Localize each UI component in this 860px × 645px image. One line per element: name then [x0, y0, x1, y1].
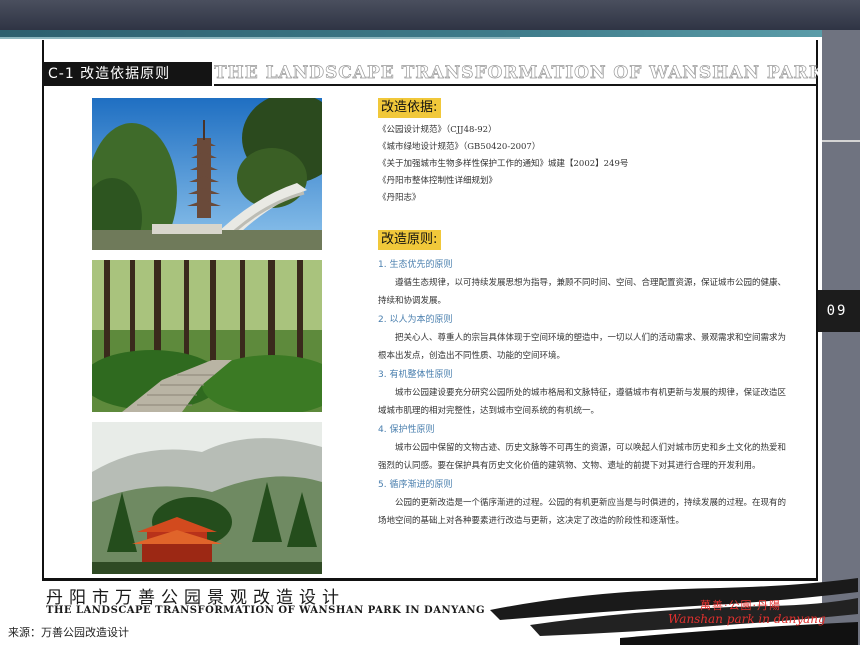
basis-item: 《丹阳市整体控制性详细规划》 — [378, 176, 498, 186]
top-accent-bar — [0, 30, 860, 37]
principle-body: 遵循生态规律，以可持续发展思想为指导，兼顾不同时间、空间、合理配置资源，保证城市… — [378, 278, 787, 306]
top-title-bar — [0, 0, 860, 30]
page-number-tab: 09 — [814, 290, 860, 332]
principle-title: 5. 循序渐进的原则 — [378, 480, 453, 490]
principle-title: 2. 以人为本的原则 — [378, 315, 453, 325]
basis-item: 《丹阳志》 — [378, 193, 421, 203]
footer-title-en: THE LANDSCAPE TRANSFORMATION OF WANSHAN … — [46, 605, 486, 616]
principle-body: 城市公园中保留的文物古迹、历史文脉等不可再生的资源，可以唤起人们对城市历史和乡土… — [378, 443, 787, 471]
principle-body: 把关心人、尊重人的宗旨具体体现于空间环境的塑造中，一切以人们的活动需求、景观需求… — [378, 333, 787, 361]
brush-stroke-graphic — [490, 578, 858, 645]
section-label: C-1 改造依据原则 — [42, 62, 212, 86]
principle-title: 3. 有机整体性原则 — [378, 370, 453, 380]
principle-title: 1. 生态优先的原则 — [378, 260, 453, 270]
side-strip-tick — [822, 140, 860, 142]
source-note: 来源：万善公园改造设计 — [8, 626, 129, 639]
basis-heading: 改造依据: — [378, 98, 442, 118]
principle-title: 4. 保护性原则 — [378, 425, 435, 435]
brand-name-cn: 萬善·公園·丹陽 — [700, 599, 781, 612]
top-accent-line — [0, 37, 520, 39]
basis-item: 《公园设计规范》（CJJ48-92） — [378, 125, 497, 135]
brand-name-en: Wanshan park in danyang — [668, 612, 826, 626]
photo-temple-mountain — [92, 422, 322, 574]
text-column: 改造依据: 《公园设计规范》（CJJ48-92） 《城市绿地设计规范》（GB50… — [378, 98, 786, 532]
photo-forest-path — [92, 260, 322, 412]
basis-item: 《城市绿地设计规范》（GB50420-2007） — [378, 142, 541, 152]
basis-item: 《关于加强城市生物多样性保护工作的通知》城建【2002】249号 — [378, 159, 629, 169]
photo-pagoda-bridge — [92, 98, 322, 250]
principle-body: 城市公园建设要充分研究公园所处的城市格局和文脉特征，遵循城市有机更新与发展的规律… — [378, 388, 787, 416]
principle-body: 公园的更新改造是一个循序渐进的过程。公园的有机更新应当是与时俱进的，持续发展的过… — [378, 498, 787, 526]
principles-heading: 改造原则: — [378, 230, 442, 250]
right-side-strip — [822, 30, 860, 645]
english-banner: THE LANDSCAPE TRANSFORMATION OF WANSHAN … — [214, 62, 818, 86]
